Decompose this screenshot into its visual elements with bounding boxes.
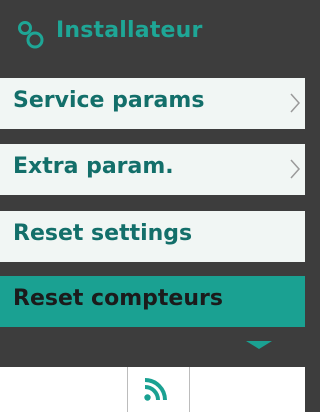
menu-item-reset-compteurs[interactable]: Reset compteurs [0, 276, 305, 327]
menu-item-label: Reset settings [13, 221, 193, 246]
menu-item-service-params[interactable]: Service params [0, 78, 305, 129]
settings-gears-icon [18, 21, 44, 49]
menu-item-label: Reset compteurs [13, 286, 223, 311]
scroll-down-arrow-icon[interactable] [246, 341, 272, 349]
bottom-bar-slot-left[interactable] [0, 367, 127, 412]
menu-item-label: Service params [13, 88, 205, 113]
chevron-right-icon [290, 159, 301, 179]
menu-item-label: Extra param. [13, 154, 174, 179]
bottom-bar-slot-right[interactable] [190, 367, 305, 412]
chevron-right-icon [290, 93, 301, 113]
header-bar: Installateur [0, 0, 305, 72]
rss-feed-icon [144, 378, 167, 401]
page-title: Installateur [56, 18, 203, 43]
menu-item-reset-settings[interactable]: Reset settings [0, 211, 305, 262]
menu-item-extra-param[interactable]: Extra param. [0, 144, 305, 195]
